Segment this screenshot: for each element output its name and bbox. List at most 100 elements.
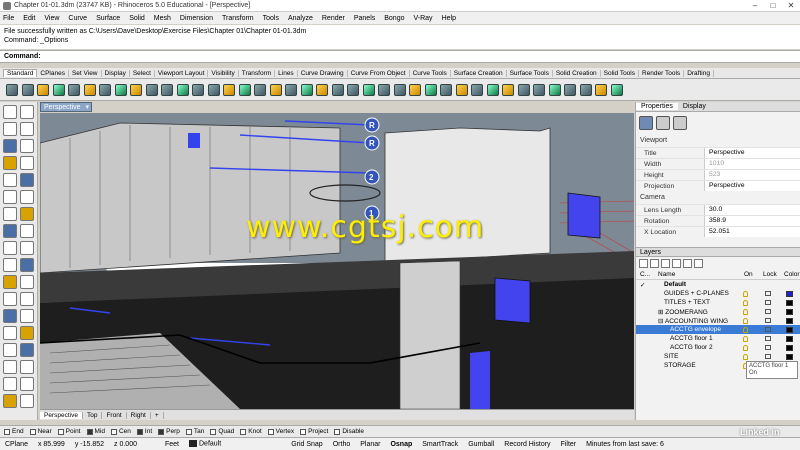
layer-color-swatch[interactable] [786,299,793,306]
lock-icon[interactable] [765,345,771,350]
tab-transform[interactable]: Transform [239,69,276,77]
toolbar-tool-icon[interactable] [424,83,437,96]
delete-layer-icon[interactable] [661,258,670,268]
osnap-quad[interactable]: Quad [210,428,234,435]
perspective-viewport[interactable]: R R 2 1 [40,113,634,409]
drawing-tool-icon[interactable] [3,343,17,357]
tab-properties[interactable]: Properties [636,103,678,110]
column-on[interactable]: On [744,271,753,278]
toolbar-tool-icon[interactable] [285,83,297,96]
drawing-tool-icon[interactable] [3,139,17,153]
toolbar-tool-icon[interactable] [393,83,406,96]
osnap-int[interactable]: Int [136,428,152,435]
layer-color-swatch[interactable] [786,344,793,351]
column-color[interactable]: Color [784,271,800,278]
move-down-icon[interactable] [683,258,692,268]
toolbar-tool-icon[interactable] [254,83,266,96]
lightbulb-icon[interactable] [743,299,748,306]
new-sublayer-icon[interactable] [650,258,659,268]
drawing-tool-icon[interactable] [3,156,17,170]
drawing-tool-icon[interactable] [3,258,17,272]
drawing-tool-icon[interactable] [3,377,17,391]
lock-icon[interactable] [765,336,771,341]
lightbulb-icon[interactable] [743,335,748,342]
checkbox[interactable] [136,428,143,435]
view-tab-top[interactable]: Top [83,411,103,419]
view-markers[interactable]: R R 2 1 [364,117,380,221]
texture-icon[interactable] [673,116,687,130]
menu-item-curve[interactable]: Curve [68,15,87,22]
drawing-tool-icon[interactable] [3,292,17,306]
lock-icon[interactable] [765,309,771,314]
toolbar-tool-icon[interactable] [455,83,468,96]
view-tab-add[interactable]: + [151,411,164,419]
osnap-tan[interactable]: Tan [185,428,204,435]
checkbox[interactable] [29,428,36,435]
move-up-icon[interactable] [672,258,681,268]
layer-row[interactable]: GUIDES + C-PLANES [636,289,800,298]
toolbar-tool-icon[interactable] [347,83,359,96]
toolbar-tool-icon[interactable] [595,83,607,96]
toolbar-tool-icon[interactable] [207,83,220,96]
menu-item-vray[interactable]: V-Ray [414,15,433,22]
lock-icon[interactable] [765,327,771,332]
toolbar-tool-icon[interactable] [6,83,18,96]
drawing-tool-icon[interactable] [3,190,17,204]
chevron-down-icon[interactable]: ▾ [85,103,89,111]
toggle-record-history[interactable]: Record History [499,441,555,448]
drawing-tool-icon[interactable] [20,343,34,357]
menu-item-edit[interactable]: Edit [23,15,35,22]
menu-item-solid[interactable]: Solid [129,15,145,22]
toolbar-tool-icon[interactable] [68,83,80,96]
layer-row[interactable]: SITE [636,352,800,361]
toggle-planar[interactable]: Planar [355,441,385,448]
menu-item-help[interactable]: Help [442,15,456,22]
tab-visibility[interactable]: Visibility [208,69,239,77]
toolbar-tool-icon[interactable] [564,83,576,96]
layer-color-swatch[interactable] [786,317,793,324]
checkbox[interactable] [4,428,10,435]
osnap-near[interactable]: Near [29,428,52,435]
toolbar-tool-icon[interactable] [223,83,235,96]
drawing-tool-icon[interactable] [3,394,17,408]
drawing-tool-icon[interactable] [20,105,34,119]
toolbar-tool-icon[interactable] [238,83,251,96]
checkbox[interactable] [334,428,341,435]
toolbar-tool-icon[interactable] [99,83,111,96]
checkbox[interactable] [185,428,192,435]
tab-lines[interactable]: Lines [275,69,298,77]
drawing-tool-icon[interactable] [20,139,34,153]
menu-item-view[interactable]: View [44,15,59,22]
toolbar-tool-icon[interactable] [145,83,158,96]
property-value[interactable]: Perspective [704,181,800,191]
tab-set-view[interactable]: Set View [69,69,102,77]
tab-viewport-layout[interactable]: Viewport Layout [155,69,209,77]
checkbox[interactable] [240,428,247,435]
toolbar-tool-icon[interactable] [610,83,623,96]
checkbox[interactable] [267,428,274,435]
osnap-cen[interactable]: Cen [110,428,131,435]
toolbar-tool-icon[interactable] [192,83,204,96]
maximize-button[interactable]: □ [764,1,782,10]
toolbar-tool-icon[interactable] [176,83,189,96]
menu-item-file[interactable]: File [3,15,14,22]
checkbox[interactable] [110,428,117,435]
column-lock[interactable]: Lock [763,271,777,278]
property-value[interactable]: Perspective [704,148,800,158]
osnap-mid[interactable]: Mid [86,428,105,435]
toolbar-tool-icon[interactable] [378,83,390,96]
toolbar-tool-icon[interactable] [316,83,328,96]
checkbox[interactable] [158,428,165,435]
lightbulb-icon[interactable] [743,353,748,360]
view-tab-front[interactable]: Front [102,411,127,419]
current-layer-check-icon[interactable]: ✓ [640,281,645,289]
drawing-tool-icon[interactable] [20,207,34,221]
camera-icon[interactable] [639,116,653,130]
drawing-tool-icon[interactable] [3,326,17,340]
osnap-point[interactable]: Point [57,428,81,435]
drawing-tool-icon[interactable] [3,224,17,238]
tab-curve-drawing[interactable]: Curve Drawing [298,69,348,77]
drawing-tool-icon[interactable] [3,241,17,255]
layer-row[interactable]: ACCTG floor 1 [636,334,800,343]
toolbar-tool-icon[interactable] [300,83,313,96]
